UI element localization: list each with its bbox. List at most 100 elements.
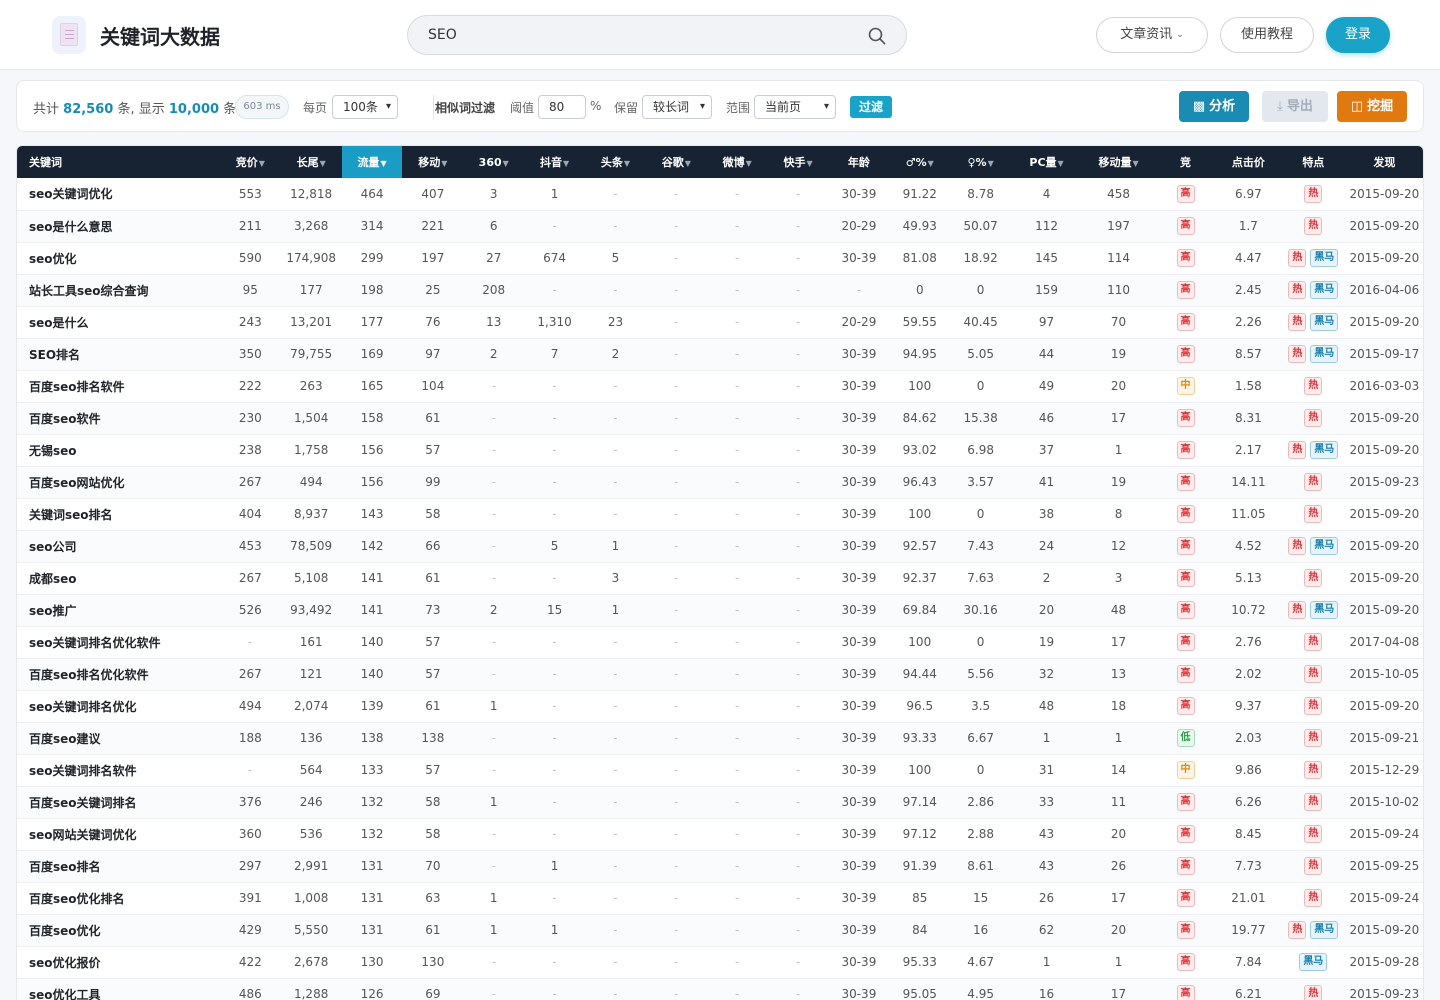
table-row[interactable]: 百度seo建议 188 136 138 138- - - - - -30-39 93.33 6.67 1… bbox=[17, 722, 1423, 755]
keyword-cell[interactable]: seo关键词优化 bbox=[17, 178, 220, 211]
keyword-cell[interactable]: 百度seo排名 bbox=[17, 850, 220, 883]
sort-icon[interactable]: ▼ bbox=[806, 159, 812, 168]
column-header[interactable]: 年龄 bbox=[828, 146, 890, 178]
keyword-cell[interactable]: seo网站关键词优化 bbox=[17, 818, 220, 851]
keyword-cell[interactable]: seo关键词排名优化 bbox=[17, 690, 220, 723]
column-header[interactable]: PC量▼ bbox=[1011, 146, 1083, 178]
table-row[interactable]: 百度seo网站优化 267 494 156 99- - - - - -30-39 96.43 3.57… bbox=[17, 466, 1423, 499]
column-header[interactable]: 移动量▼ bbox=[1082, 146, 1156, 178]
table-row[interactable]: seo优化工具 486 1,288 126 69- - - - - -30-39 95.05 4.95… bbox=[17, 978, 1423, 1000]
sort-icon[interactable]: ▼ bbox=[563, 159, 569, 168]
column-header[interactable]: 点击价 bbox=[1215, 146, 1281, 178]
column-header[interactable]: 关键词 bbox=[17, 146, 220, 178]
keyword-cell[interactable]: seo优化工具 bbox=[17, 978, 220, 1000]
keyword-cell[interactable]: 百度seo软件 bbox=[17, 402, 220, 435]
table-row[interactable]: seo关键词排名软件 -564 133 57- - - - - -30-39 100 0 31 14 中 9… bbox=[17, 754, 1423, 787]
sort-icon[interactable]: ▼ bbox=[685, 159, 691, 168]
table-row[interactable]: seo关键词排名优化软件 -161 140 57- - - - - -30-39 100 0 19 17… bbox=[17, 626, 1423, 659]
keyword-cell[interactable]: 百度seo建议 bbox=[17, 722, 220, 755]
table-row[interactable]: seo公司 453 78,509 142 66-5 1- - -30-39 92.57 7.43 2… bbox=[17, 530, 1423, 563]
table-row[interactable]: 百度seo优化 429 5,550 131 61 1 1- - - -30-39 84 16 62 20 高… bbox=[17, 914, 1423, 947]
keyword-cell[interactable]: SEO排名 bbox=[17, 338, 220, 371]
column-header[interactable]: 快手▼ bbox=[767, 146, 829, 178]
keyword-cell[interactable]: seo关键词排名软件 bbox=[17, 754, 220, 787]
table-row[interactable]: 无锡seo 238 1,758 156 57- - - - - -30-39 93.02 6.98 37… bbox=[17, 434, 1423, 467]
keyword-cell[interactable]: 百度seo关键词排名 bbox=[17, 786, 220, 819]
tutorial-button[interactable]: 使用教程 bbox=[1220, 17, 1314, 53]
column-header[interactable]: 微博▼ bbox=[706, 146, 768, 178]
search-bar[interactable]: SEO bbox=[407, 15, 907, 55]
search-input[interactable]: SEO bbox=[428, 27, 457, 43]
column-header[interactable]: 特点 bbox=[1280, 146, 1346, 178]
table-row[interactable]: seo推广 526 93,492 141 73 2 15 1- - -30-39 69.84 30.1… bbox=[17, 594, 1423, 627]
sort-icon[interactable]: ▼ bbox=[624, 159, 630, 168]
per-page-select[interactable]: 100条 ▾ bbox=[332, 95, 398, 119]
column-header[interactable]: 抖音▼ bbox=[524, 146, 586, 178]
keyword-cell[interactable]: 百度seo排名优化软件 bbox=[17, 658, 220, 691]
keyword-cell[interactable]: 百度seo排名软件 bbox=[17, 370, 220, 403]
column-header[interactable]: 360▼ bbox=[463, 146, 525, 178]
keyword-cell[interactable]: seo关键词排名优化软件 bbox=[17, 626, 220, 659]
keyword-cell[interactable]: seo公司 bbox=[17, 530, 220, 563]
column-header[interactable]: 竞价▼ bbox=[219, 146, 281, 178]
keyword-cell[interactable]: seo是什么 bbox=[17, 306, 220, 339]
table-row[interactable]: seo关键词排名优化 494 2,074 139 61 1- - - - -30-39 96.5 3.… bbox=[17, 690, 1423, 723]
table-row[interactable]: seo优化 590 174,908 299 197 27 674 5- - -30-39 81.08… bbox=[17, 242, 1423, 275]
table-row[interactable]: 百度seo关键词排名 376 246 132 58 1- - - - -30-39 97.14 2.8… bbox=[17, 786, 1423, 819]
keyword-cell[interactable]: 百度seo网站优化 bbox=[17, 466, 220, 499]
keyword-cell[interactable]: 百度seo优化排名 bbox=[17, 882, 220, 915]
search-icon[interactable] bbox=[868, 27, 886, 45]
sort-icon[interactable]: ▼ bbox=[441, 159, 447, 168]
table-row[interactable]: seo关键词优化 553 12,818 464 407 3 1- - - -30-39 91.22 8… bbox=[17, 178, 1423, 211]
keyword-cell[interactable]: 成都seo bbox=[17, 562, 220, 595]
keyword-cell[interactable]: 无锡seo bbox=[17, 434, 220, 467]
analyze-button[interactable]: ▩ 分析 bbox=[1179, 91, 1249, 122]
table-row[interactable]: 百度seo软件 230 1,504 158 61- - - - - -30-39 84.62 15.3… bbox=[17, 402, 1423, 435]
column-header[interactable]: 长尾▼ bbox=[280, 146, 342, 178]
table-row[interactable]: SEO排名 350 79,755 169 97 2 7 2- - -30-39 94.95 5.05 4… bbox=[17, 338, 1423, 371]
table-row[interactable]: 百度seo排名 297 2,991 131 70-1- - - -30-39 91.39 8.61… bbox=[17, 850, 1423, 883]
table-row[interactable]: seo网站关键词优化 360 536 132 58- - - - - -30-39 97.12 2.8… bbox=[17, 818, 1423, 851]
keyword-cell[interactable]: seo优化报价 bbox=[17, 946, 220, 979]
table-row[interactable]: 成都seo 267 5,108 141 61- -3- - -30-39 92.37 7.63 2 3… bbox=[17, 562, 1423, 595]
table-row[interactable]: seo优化报价 422 2,678 130 130- - - - - -30-39 95.33 4.6… bbox=[17, 946, 1423, 979]
table-row[interactable]: 关键词seo排名 404 8,937 143 58- - - - - -30-39 100 0 38 8 高… bbox=[17, 498, 1423, 531]
keyword-cell[interactable]: seo推广 bbox=[17, 594, 220, 627]
column-header[interactable]: 谷歌▼ bbox=[645, 146, 707, 178]
articles-dropdown-button[interactable]: 文章资讯 ⌄ bbox=[1096, 17, 1208, 53]
table-row[interactable]: seo是什么 243 13,201 177 76 13 1,310 23- - -20-29 59.… bbox=[17, 306, 1423, 339]
keyword-cell[interactable]: seo优化 bbox=[17, 242, 220, 275]
table-row[interactable]: 百度seo排名优化软件 267 121 140 57- - - - - -30-39 94.44 5.… bbox=[17, 658, 1423, 691]
table-row[interactable]: 百度seo排名软件 222 263 165 104- - - - - -30-39 100 0 49 20… bbox=[17, 370, 1423, 403]
document-icon[interactable] bbox=[52, 16, 86, 54]
table-row[interactable]: 百度seo优化排名 391 1,008 131 63 1- - - - -30-39 85 15 26 1… bbox=[17, 882, 1423, 915]
sort-icon[interactable]: ▼ bbox=[988, 159, 994, 168]
scope-select[interactable]: 当前页 ▾ bbox=[754, 95, 836, 119]
keyword-cell[interactable]: 站长工具seo综合查询 bbox=[17, 274, 220, 307]
threshold-input[interactable]: 80 bbox=[538, 95, 586, 119]
sort-icon[interactable]: ▼ bbox=[1058, 159, 1064, 168]
login-button[interactable]: 登录 bbox=[1326, 17, 1390, 53]
app-title[interactable]: 关键词大数据 bbox=[100, 21, 220, 50]
sort-icon[interactable]: ▼ bbox=[503, 159, 509, 168]
column-header[interactable]: 发现 bbox=[1345, 146, 1423, 178]
dig-button[interactable]: ◫ 挖掘 bbox=[1337, 91, 1407, 122]
keyword-cell[interactable]: 关键词seo排名 bbox=[17, 498, 220, 531]
sort-icon[interactable]: ▼ bbox=[259, 159, 265, 168]
table-row[interactable]: 站长工具seo综合查询 95 177 198 25 208- - - - - -0 0 159 110 高 2… bbox=[17, 274, 1423, 307]
keyword-cell[interactable]: 百度seo优化 bbox=[17, 914, 220, 947]
sort-icon[interactable]: ▼ bbox=[746, 159, 752, 168]
sort-icon[interactable]: ▼ bbox=[380, 159, 386, 168]
sort-icon[interactable]: ▼ bbox=[1132, 159, 1138, 168]
column-header[interactable]: ♀%▼ bbox=[950, 146, 1012, 178]
export-button[interactable]: ⤓ 导出 bbox=[1262, 91, 1328, 122]
column-header[interactable]: 竞 bbox=[1155, 146, 1216, 178]
sort-icon[interactable]: ▼ bbox=[320, 159, 326, 168]
keep-select[interactable]: 较长词 ▾ bbox=[642, 95, 712, 119]
column-header[interactable]: 流量▼ bbox=[341, 146, 403, 178]
column-header[interactable]: 移动▼ bbox=[402, 146, 464, 178]
column-header[interactable]: 头条▼ bbox=[585, 146, 646, 178]
table-row[interactable]: seo是什么意思 211 3,268 314 221 6- - - - -20-29 49.93 50… bbox=[17, 210, 1423, 243]
keyword-cell[interactable]: seo是什么意思 bbox=[17, 210, 220, 243]
sort-icon[interactable]: ▼ bbox=[928, 159, 934, 168]
